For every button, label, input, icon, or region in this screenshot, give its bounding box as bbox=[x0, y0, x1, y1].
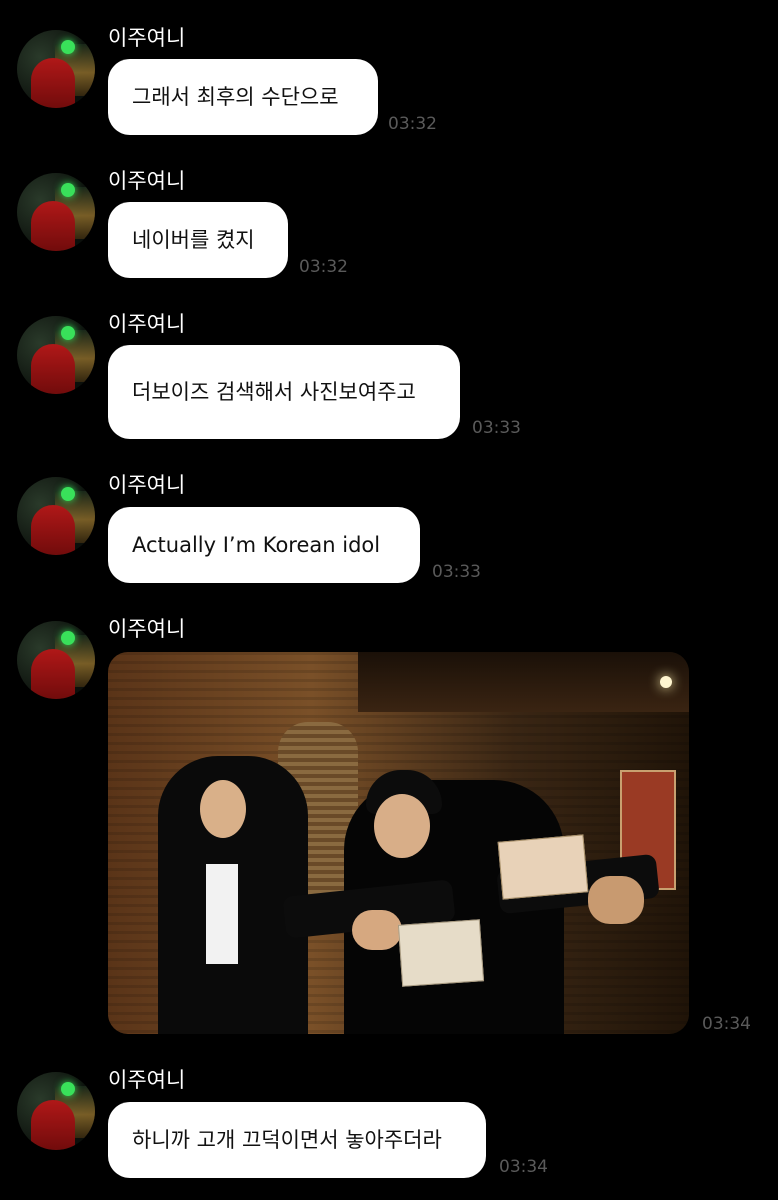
chat-thread: 이주여니 그래서 최후의 수단으로 03:32 이주여니 네이버를 켰지 03:… bbox=[0, 0, 778, 1200]
sender-name: 이주여니 bbox=[108, 312, 186, 336]
avatar[interactable] bbox=[17, 477, 95, 555]
sender-name: 이주여니 bbox=[108, 1068, 186, 1092]
sender-name: 이주여니 bbox=[108, 169, 186, 193]
message-time: 03:34 bbox=[499, 1157, 548, 1177]
message-time: 03:33 bbox=[472, 418, 521, 438]
message-time: 03:32 bbox=[299, 257, 348, 277]
photo-message[interactable] bbox=[108, 652, 689, 1034]
message-time: 03:33 bbox=[432, 562, 481, 582]
message-bubble[interactable]: 하니까 고개 끄덕이면서 놓아주더라 bbox=[108, 1102, 486, 1178]
avatar[interactable] bbox=[17, 1072, 95, 1150]
sender-name: 이주여니 bbox=[108, 473, 186, 497]
avatar[interactable] bbox=[17, 173, 95, 251]
sender-name: 이주여니 bbox=[108, 617, 186, 641]
message-bubble[interactable]: 그래서 최후의 수단으로 bbox=[108, 59, 378, 135]
message-bubble[interactable]: Actually I’m Korean idol bbox=[108, 507, 420, 583]
message-bubble[interactable]: 더보이즈 검색해서 사진보여주고 bbox=[108, 345, 460, 439]
message-time: 03:34 bbox=[702, 1014, 751, 1034]
sender-name: 이주여니 bbox=[108, 26, 186, 50]
avatar[interactable] bbox=[17, 621, 95, 699]
avatar[interactable] bbox=[17, 316, 95, 394]
message-bubble[interactable]: 네이버를 켰지 bbox=[108, 202, 288, 278]
avatar[interactable] bbox=[17, 30, 95, 108]
message-time: 03:32 bbox=[388, 114, 437, 134]
